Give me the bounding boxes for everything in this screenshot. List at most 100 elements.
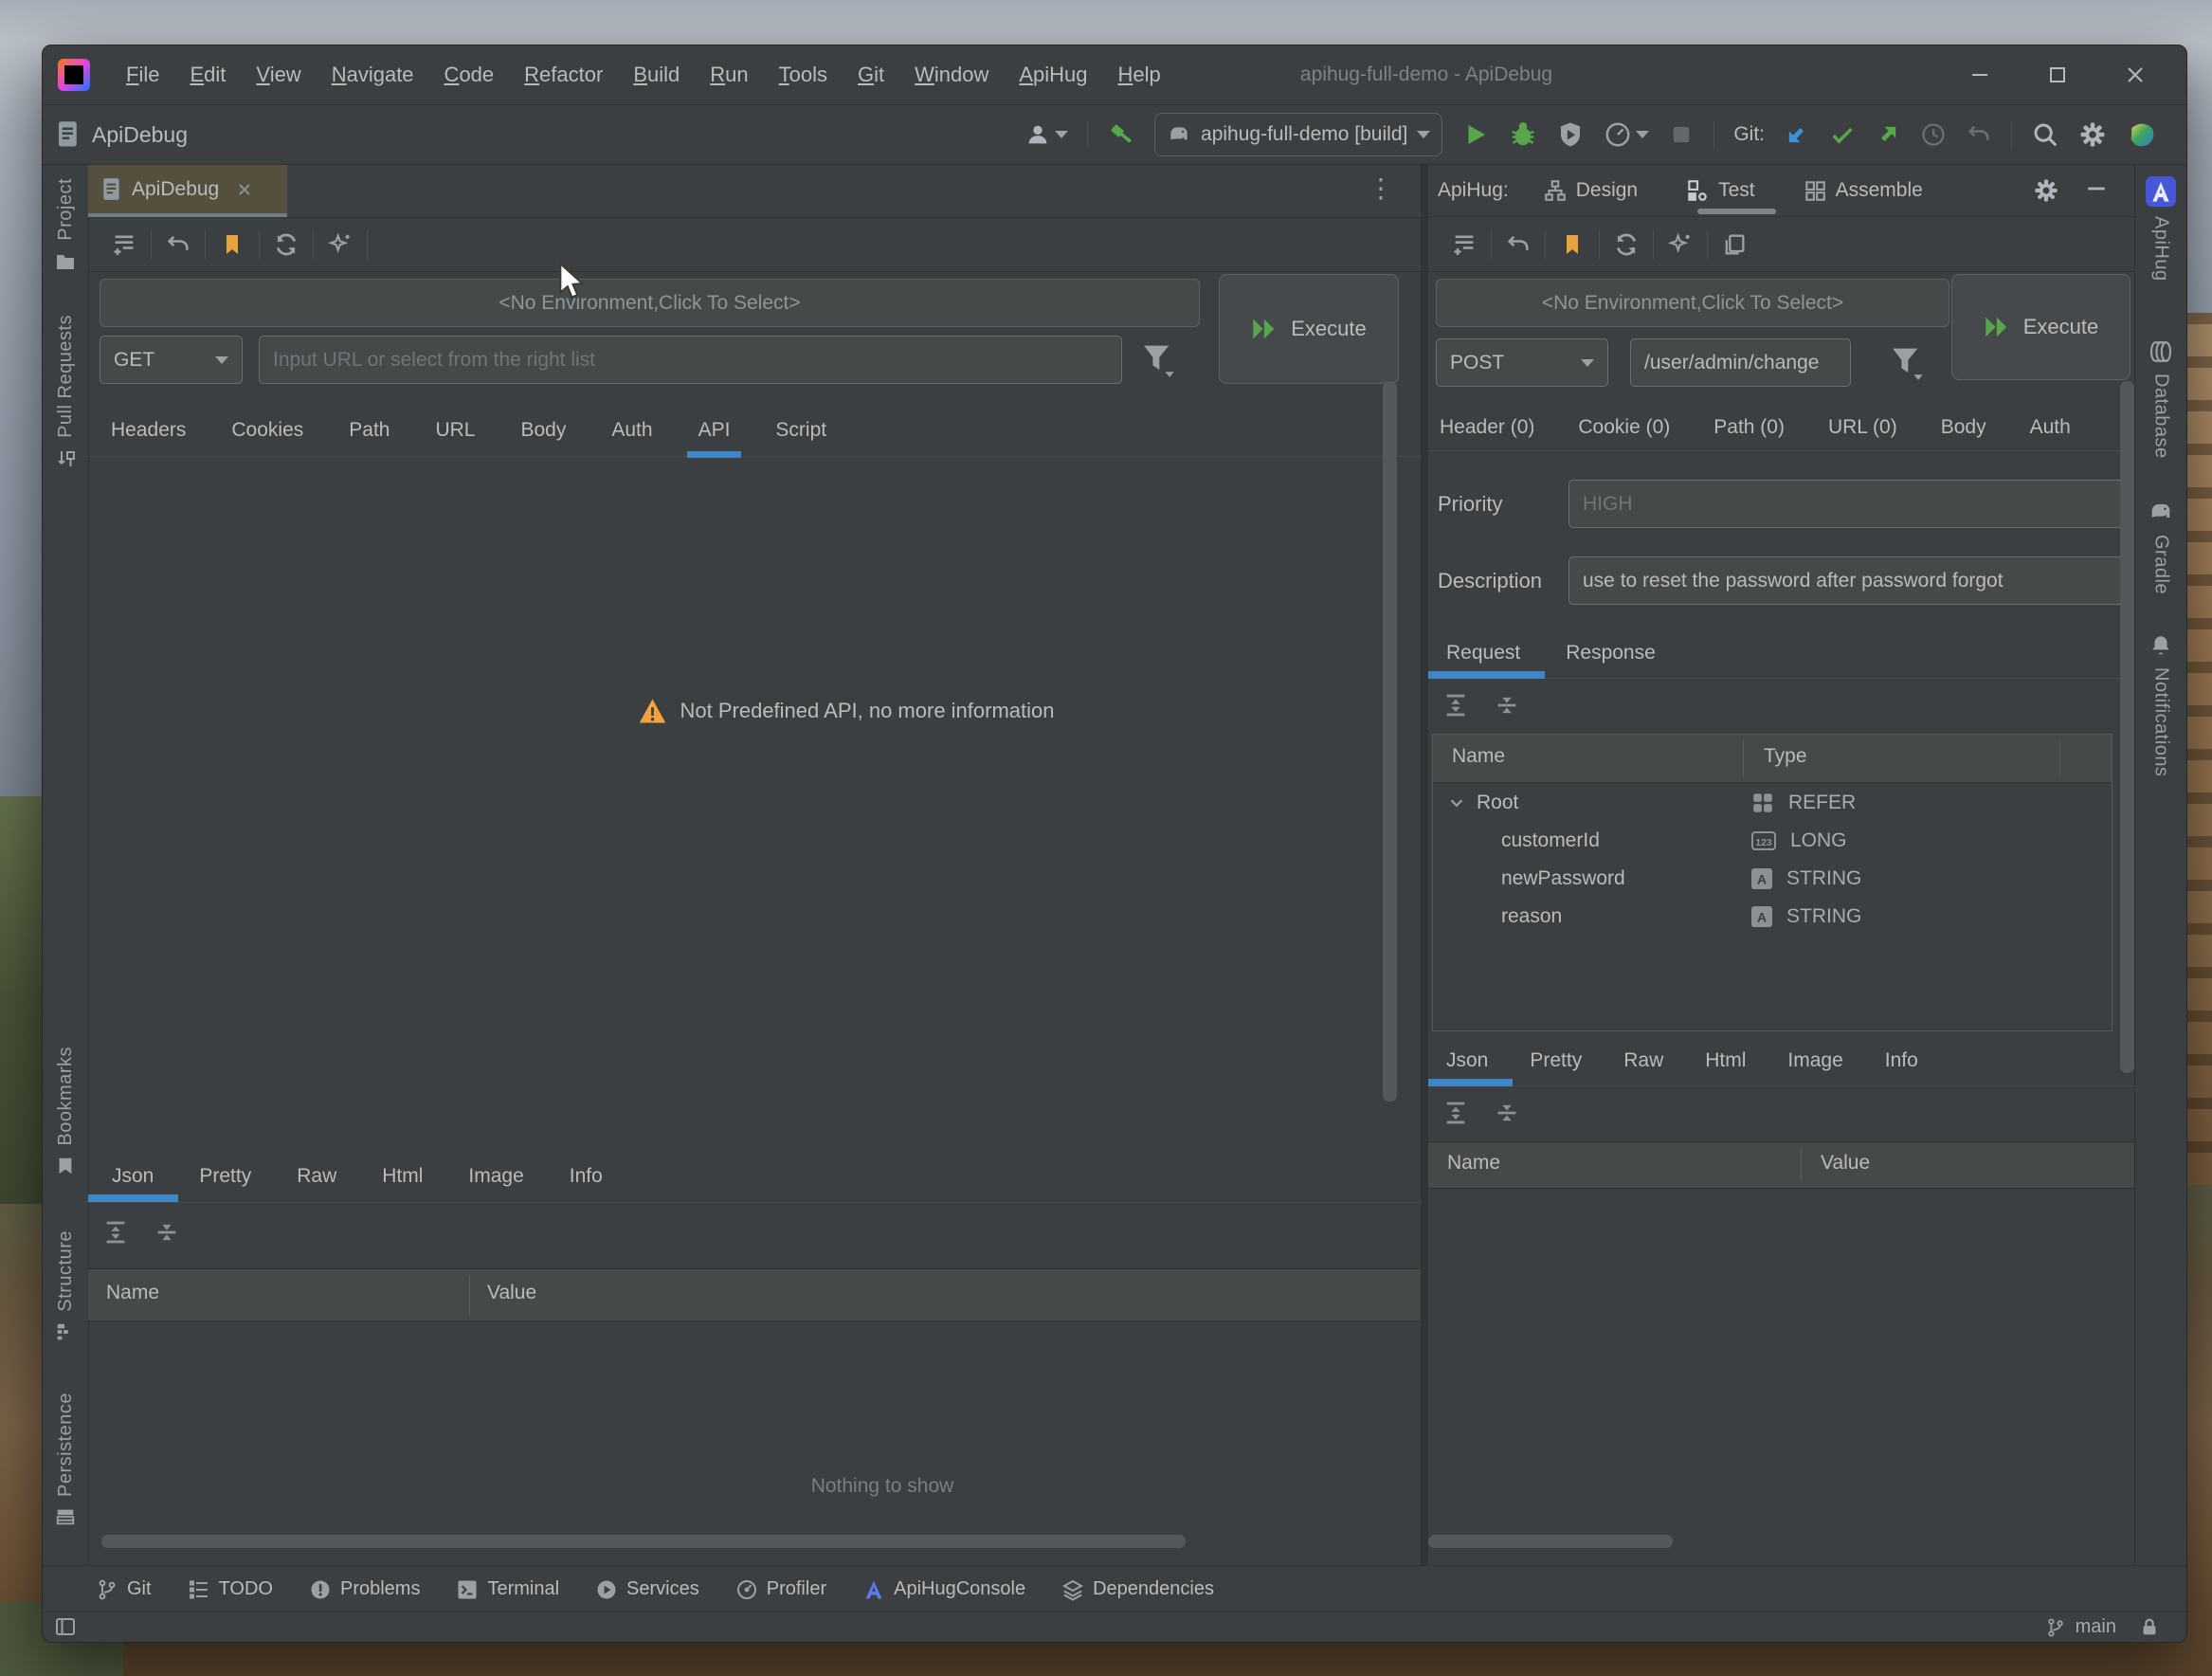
tab-auth[interactable]: Auth	[2030, 416, 2071, 439]
more-options-kebab-icon[interactable]: ⋮	[1368, 173, 1394, 204]
minimize-button[interactable]	[1968, 64, 1991, 86]
tab-cookie-count[interactable]: Cookie (0)	[1578, 416, 1670, 439]
toolwindow-git[interactable]: Git	[96, 1578, 152, 1601]
execute-button[interactable]: Execute	[1951, 274, 2130, 380]
schema-row-customerid[interactable]: customerId 123 LONG	[1433, 822, 2112, 860]
tab-raw[interactable]: Raw	[1623, 1049, 1663, 1072]
column-divider[interactable]	[2059, 740, 2060, 776]
expand-all-icon[interactable]	[102, 1219, 129, 1246]
git-branch-label[interactable]: main	[2076, 1616, 2116, 1638]
environment-selector[interactable]: <No Environment,Click To Select>	[1436, 279, 1949, 327]
filter-funnel-icon[interactable]	[1887, 342, 1925, 384]
expand-all-icon[interactable]	[1442, 1100, 1469, 1126]
ai-sparkle-icon[interactable]	[1654, 226, 1707, 264]
tab-pretty[interactable]: Pretty	[199, 1165, 251, 1188]
git-commit-check-icon[interactable]	[1829, 121, 1856, 148]
menu-tools[interactable]: Tools	[764, 59, 843, 91]
tab-json[interactable]: Json	[1428, 1049, 1514, 1086]
undo-icon[interactable]	[152, 226, 205, 264]
collapse-all-icon[interactable]	[1494, 1100, 1520, 1126]
environment-selector[interactable]: <No Environment,Click To Select>	[100, 279, 1200, 327]
collapse-all-icon[interactable]	[1494, 692, 1520, 719]
schema-row-reason[interactable]: reason A STRING	[1433, 898, 2112, 936]
add-config-icon[interactable]	[1438, 226, 1491, 264]
tab-script[interactable]: Script	[775, 419, 826, 442]
tab-url[interactable]: URL	[435, 419, 475, 442]
chevron-down-icon[interactable]	[1446, 792, 1467, 813]
api-path-input[interactable]	[1630, 338, 1851, 387]
refresh-icon[interactable]	[260, 226, 313, 264]
close-icon[interactable]	[236, 181, 253, 198]
result-col-value[interactable]: Value	[1821, 1152, 1870, 1175]
rollback-icon[interactable]	[1966, 121, 1992, 148]
toolwindow-dependencies[interactable]: Dependencies	[1061, 1578, 1214, 1601]
menu-build[interactable]: Build	[618, 59, 695, 91]
sidebar-item-gradle[interactable]: Gradle	[2135, 499, 2186, 594]
tab-apidebug[interactable]: ApiDebug	[88, 165, 287, 217]
sidebar-item-database[interactable]: Database	[2135, 339, 2186, 459]
tab-html[interactable]: Html	[382, 1165, 423, 1188]
stop-icon[interactable]	[1668, 121, 1695, 148]
tab-image[interactable]: Image	[468, 1165, 523, 1188]
hide-panel-icon[interactable]	[2084, 176, 2109, 201]
undo-icon[interactable]	[1492, 226, 1545, 264]
tab-raw[interactable]: Raw	[297, 1165, 336, 1188]
tab-cookies[interactable]: Cookies	[231, 419, 303, 442]
git-update-icon[interactable]	[1784, 121, 1810, 148]
http-method-select[interactable]: GET	[100, 336, 243, 384]
refresh-icon[interactable]	[1600, 226, 1653, 264]
tab-image[interactable]: Image	[1787, 1049, 1842, 1072]
menu-edit[interactable]: Edit	[174, 59, 241, 91]
result-col-name[interactable]: Name	[1447, 1152, 1500, 1175]
toolwindow-terminal[interactable]: Terminal	[456, 1578, 559, 1601]
expand-all-icon[interactable]	[1442, 692, 1469, 719]
toolwindow-todo[interactable]: TODO	[188, 1578, 273, 1601]
column-divider[interactable]	[469, 1275, 470, 1315]
menu-refactor[interactable]: Refactor	[509, 59, 618, 91]
search-icon[interactable]	[2031, 120, 2059, 149]
execute-button[interactable]: Execute	[1219, 274, 1399, 384]
bookmark-flag-icon[interactable]	[206, 226, 259, 264]
git-push-icon[interactable]	[1875, 121, 1901, 148]
tab-json[interactable]: Json	[87, 1165, 179, 1202]
result-col-value[interactable]: Value	[487, 1282, 536, 1304]
menu-apihug[interactable]: ApiHug	[1004, 59, 1102, 91]
coverage-shield-icon[interactable]	[1556, 120, 1585, 149]
schema-row-newpassword[interactable]: newPassword A STRING	[1433, 860, 2112, 898]
horizontal-scrollbar[interactable]	[1428, 1535, 1673, 1548]
tab-design[interactable]: Design	[1543, 178, 1638, 203]
vertical-scrollbar[interactable]	[2120, 381, 2134, 1073]
horizontal-scrollbar[interactable]	[101, 1535, 1186, 1548]
column-divider[interactable]	[1801, 1148, 1802, 1182]
tab-headers[interactable]: Headers	[111, 419, 186, 442]
tab-body[interactable]: Body	[1941, 416, 1986, 439]
menu-file[interactable]: File	[111, 59, 174, 91]
lock-icon[interactable]	[2139, 1617, 2160, 1638]
tab-info[interactable]: Info	[1885, 1049, 1918, 1072]
add-config-icon[interactable]	[98, 226, 151, 264]
schema-col-name[interactable]: Name	[1452, 745, 1505, 768]
history-clock-icon[interactable]	[1920, 121, 1947, 148]
menu-window[interactable]: Window	[899, 59, 1004, 91]
tab-pretty[interactable]: Pretty	[1530, 1049, 1582, 1072]
collapse-all-icon[interactable]	[154, 1219, 180, 1246]
priority-input[interactable]	[1568, 480, 2128, 528]
tab-path-count[interactable]: Path (0)	[1713, 416, 1785, 439]
tab-auth[interactable]: Auth	[611, 419, 652, 442]
build-hammer-icon[interactable]	[1107, 120, 1135, 149]
tab-response[interactable]: Response	[1566, 642, 1656, 665]
tab-test[interactable]: Test	[1685, 178, 1775, 214]
schema-row-root[interactable]: Root REFER	[1433, 784, 2112, 822]
run-icon[interactable]	[1461, 120, 1490, 149]
menu-code[interactable]: Code	[429, 59, 510, 91]
filter-funnel-icon[interactable]	[1138, 339, 1176, 381]
toolwindow-profiler[interactable]: Profiler	[735, 1578, 826, 1601]
menu-navigate[interactable]: Navigate	[317, 59, 429, 91]
tab-header-count[interactable]: Header (0)	[1440, 416, 1534, 439]
sidebar-item-apihug[interactable]: ApiHug	[2135, 176, 2186, 282]
debug-bug-icon[interactable]	[1509, 120, 1537, 149]
run-configuration-select[interactable]: apihug-full-demo [build]	[1154, 113, 1443, 156]
ai-sparkle-icon[interactable]	[314, 226, 367, 264]
description-input[interactable]	[1568, 556, 2128, 605]
ide-services-sphere-icon[interactable]	[2126, 118, 2158, 151]
